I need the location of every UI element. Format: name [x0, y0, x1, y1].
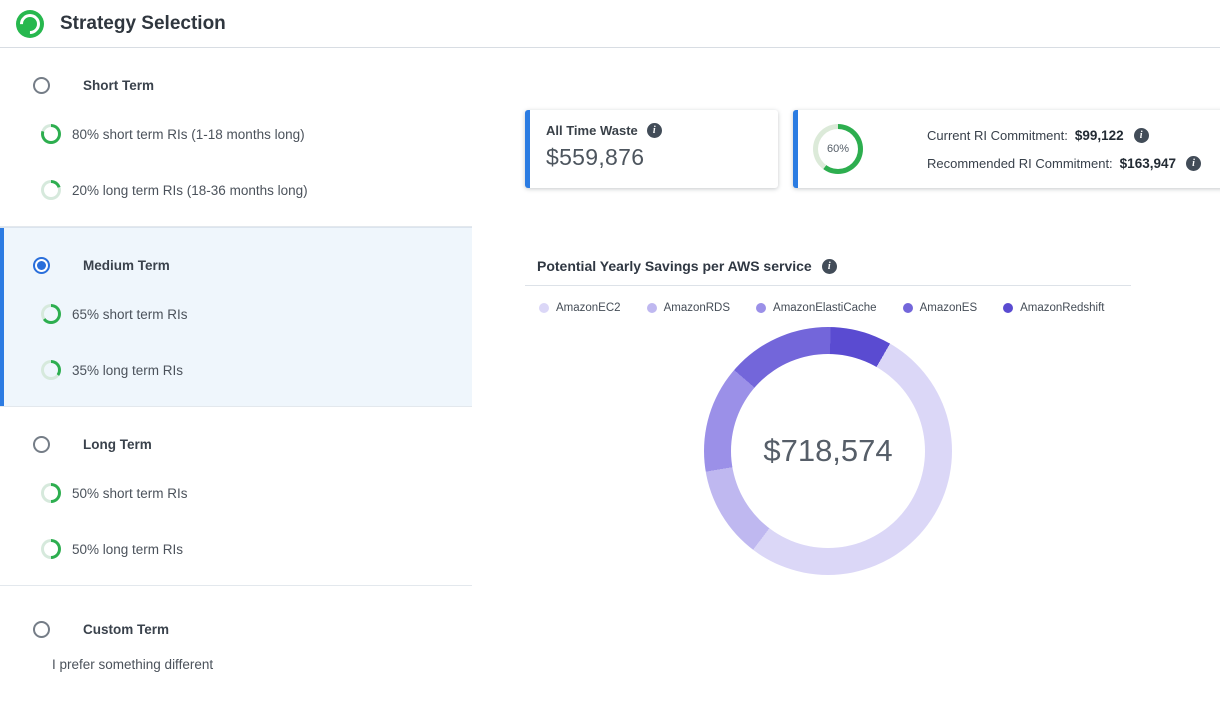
legend-label: AmazonRedshift	[1020, 302, 1104, 314]
legend-label: AmazonES	[920, 302, 978, 314]
sub-option: 80% short term RIs (1-18 months long)	[41, 124, 472, 144]
savings-donut[interactable]: $718,574	[704, 327, 952, 575]
all-time-waste-card: All Time Waste i $559,876	[525, 110, 778, 188]
divider	[525, 285, 1131, 286]
legend-item-amazones[interactable]: AmazonES	[903, 302, 978, 314]
info-icon[interactable]: i	[1186, 156, 1201, 171]
sub-option-label: 20% long term RIs (18-36 months long)	[72, 183, 308, 198]
strategy-options-panel: Short Term 80% short term RIs (1-18 mont…	[0, 48, 472, 712]
allocation-arc-icon	[41, 304, 61, 324]
waste-card-title: All Time Waste	[546, 123, 638, 138]
sub-option-label: 50% long term RIs	[72, 542, 183, 557]
recommended-commitment-label: Recommended RI Commitment:	[927, 156, 1113, 171]
gauge-percentage: 60%	[813, 124, 863, 174]
legend-label: AmazonEC2	[556, 302, 621, 314]
current-commitment-label: Current RI Commitment:	[927, 128, 1068, 143]
legend-dot	[1003, 303, 1013, 313]
radio-row-medium-term[interactable]: Medium Term	[0, 228, 472, 274]
allocation-arc-icon	[41, 483, 61, 503]
sub-option: 50% short term RIs	[41, 483, 472, 503]
savings-chart-section: Potential Yearly Savings per AWS service…	[525, 250, 1131, 691]
legend-dot	[539, 303, 549, 313]
legend-item-amazonelasticache[interactable]: AmazonElastiCache	[756, 302, 877, 314]
legend-dot	[903, 303, 913, 313]
option-custom-term[interactable]: Custom Term I prefer something different	[0, 586, 472, 712]
sub-option: 35% long term RIs	[41, 360, 472, 380]
option-medium-term[interactable]: Medium Term 65% short term RIs 35% long …	[0, 227, 472, 407]
allocation-arc-icon	[41, 124, 61, 144]
allocation-arc-icon	[41, 539, 61, 559]
chart-title: Potential Yearly Savings per AWS service	[537, 258, 812, 274]
recommended-commitment-value: $163,947	[1120, 156, 1176, 171]
page-title: Strategy Selection	[60, 13, 226, 35]
radio-short-term[interactable]	[33, 77, 50, 94]
sub-option-label: 50% short term RIs	[72, 486, 188, 501]
allocation-arc-icon	[41, 180, 61, 200]
commitment-gauge: 60%	[813, 124, 863, 174]
recommended-commitment-row: Recommended RI Commitment: $163,947 i	[927, 156, 1201, 171]
info-icon[interactable]: i	[647, 123, 662, 138]
option-label-medium-term: Medium Term	[83, 258, 170, 273]
current-commitment-row: Current RI Commitment: $99,122 i	[927, 128, 1201, 143]
legend-label: AmazonElastiCache	[773, 302, 877, 314]
option-label-long-term: Long Term	[83, 437, 152, 452]
radio-medium-term[interactable]	[33, 257, 50, 274]
donut-center-total: $718,574	[704, 327, 952, 575]
radio-long-term[interactable]	[33, 436, 50, 453]
ri-commitment-card: 60% Current RI Commitment: $99,122 i Rec…	[793, 110, 1220, 188]
legend-dot	[647, 303, 657, 313]
radio-row-short-term[interactable]: Short Term	[0, 48, 472, 94]
info-icon[interactable]: i	[1134, 128, 1149, 143]
radio-row-custom-term[interactable]: Custom Term	[0, 586, 472, 638]
legend-item-amazonec2[interactable]: AmazonEC2	[539, 302, 621, 314]
info-icon[interactable]: i	[822, 259, 837, 274]
legend-item-amazonredshift[interactable]: AmazonRedshift	[1003, 302, 1104, 314]
option-long-term[interactable]: Long Term 50% short term RIs 50% long te…	[0, 407, 472, 586]
sub-option-label: 80% short term RIs (1-18 months long)	[72, 127, 305, 142]
current-commitment-value: $99,122	[1075, 128, 1124, 143]
option-label-short-term: Short Term	[83, 78, 154, 93]
option-short-term[interactable]: Short Term 80% short term RIs (1-18 mont…	[0, 48, 472, 227]
header: Strategy Selection	[0, 0, 1220, 48]
sub-option: 20% long term RIs (18-36 months long)	[41, 180, 472, 200]
legend-label: AmazonRDS	[664, 302, 730, 314]
radio-row-long-term[interactable]: Long Term	[0, 407, 472, 453]
sub-option: 50% long term RIs	[41, 539, 472, 559]
legend-dot	[756, 303, 766, 313]
sub-option-label: 35% long term RIs	[72, 363, 183, 378]
option-label-custom-term: Custom Term	[83, 622, 169, 637]
legend-item-amazonrds[interactable]: AmazonRDS	[647, 302, 730, 314]
custom-term-note: I prefer something different	[52, 657, 472, 672]
app-logo-icon	[16, 10, 44, 38]
sub-option-label: 65% short term RIs	[72, 307, 188, 322]
chart-legend: AmazonEC2 AmazonRDS AmazonElastiCache Am…	[539, 302, 1105, 314]
waste-card-value: $559,876	[546, 144, 762, 171]
sub-option: 65% short term RIs	[41, 304, 472, 324]
radio-custom-term[interactable]	[33, 621, 50, 638]
allocation-arc-icon	[41, 360, 61, 380]
